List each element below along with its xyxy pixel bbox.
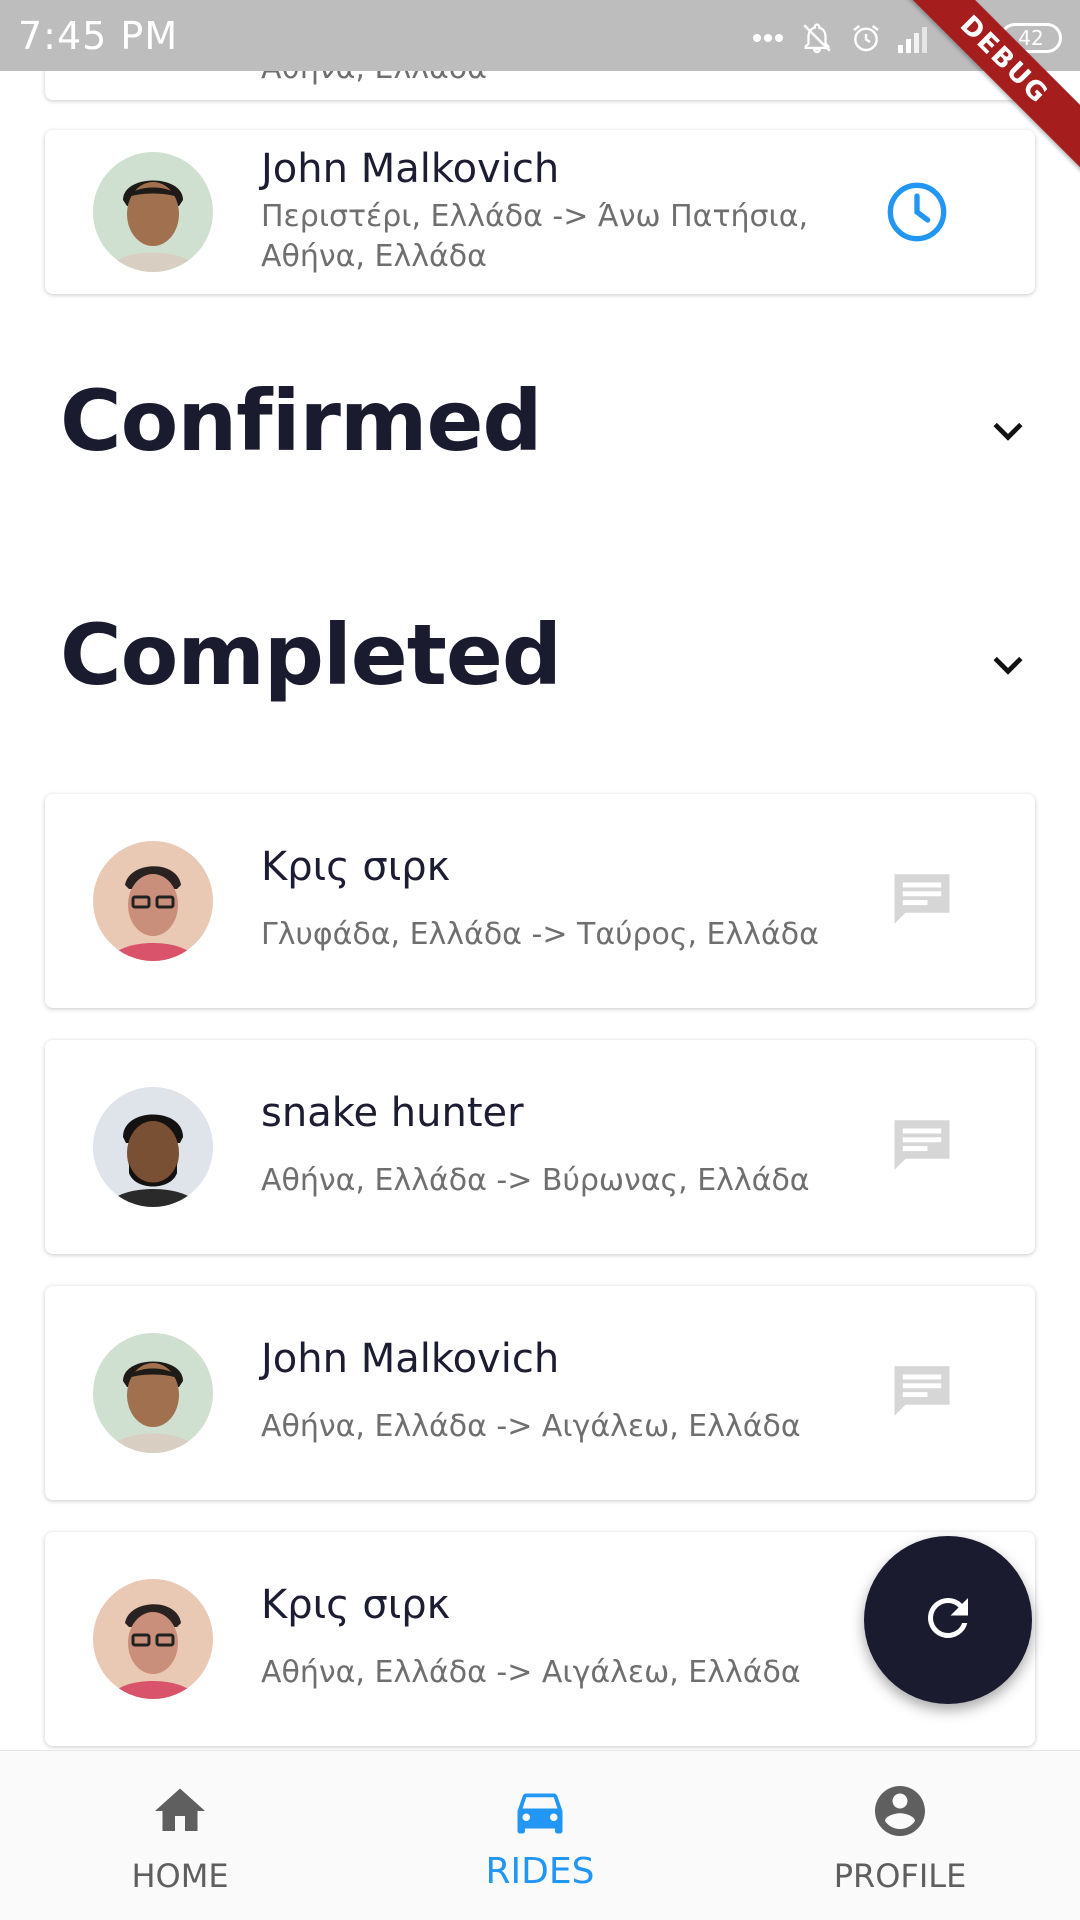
status-time: 7:45 PM	[18, 14, 179, 58]
nav-item-profile[interactable]: PROFILE	[720, 1751, 1080, 1920]
rider-name: snake hunter	[261, 1090, 524, 1136]
ride-route: Γλυφάδα, Ελλάδα -> Ταύρος, Ελλάδα	[261, 917, 819, 952]
ride-route-line1: Περιστέρι, Ελλάδα -> Άνω Πατήσια,	[261, 199, 809, 234]
avatar	[93, 1333, 213, 1453]
rider-name: Κρις σιρκ	[261, 1582, 451, 1628]
nav-label: PROFILE	[833, 1857, 967, 1895]
pending-ride-card[interactable]: John Malkovich Περιστέρι, Ελλάδα -> Άνω …	[45, 130, 1035, 294]
status-bar: 7:45 PM 42	[0, 0, 1080, 71]
ride-route: Αθήνα, Ελλάδα -> Βύρωνας, Ελλάδα	[261, 1163, 810, 1198]
rider-name: Κρις σιρκ	[261, 844, 451, 890]
avatar	[93, 152, 213, 272]
message-icon[interactable]	[889, 1358, 955, 1429]
alarm-icon	[850, 22, 882, 54]
ride-route: Αθήνα, Ελλάδα -> Αιγάλεω, Ελλάδα	[261, 1409, 801, 1444]
chevron-down-icon[interactable]	[986, 408, 1030, 457]
avatar	[93, 1087, 213, 1207]
message-icon[interactable]	[889, 1112, 955, 1183]
section-title-completed: Completed	[60, 606, 562, 704]
account-circle-icon	[870, 1781, 930, 1841]
nav-item-home[interactable]: HOME	[0, 1751, 360, 1920]
ride-route: Αθήνα, Ελλάδα -> Αιγάλεω, Ελλάδα	[261, 1655, 801, 1690]
chevron-down-icon[interactable]	[986, 642, 1030, 691]
completed-ride-card[interactable]: John Malkovich Αθήνα, Ελλάδα -> Αιγάλεω,…	[45, 1286, 1035, 1500]
clock-icon[interactable]	[885, 180, 949, 249]
ride-route-line2: Αθήνα, Ελλάδα	[261, 239, 487, 274]
avatar	[93, 1579, 213, 1699]
rider-name: John Malkovich	[261, 146, 560, 192]
bottom-navigation: HOME RIDES PROFILE	[0, 1750, 1080, 1920]
nav-item-rides[interactable]: RIDES	[360, 1751, 720, 1920]
refresh-icon	[918, 1588, 978, 1653]
app-screen: 7:45 PM 42 DEBUG Αθήνα, Ελλάδα	[0, 0, 1080, 1920]
mute-bell-icon	[800, 21, 834, 55]
car-icon	[510, 1781, 570, 1841]
message-icon[interactable]	[889, 866, 955, 937]
refresh-button[interactable]	[864, 1536, 1032, 1704]
completed-ride-card[interactable]: Κρις σιρκ Γλυφάδα, Ελλάδα -> Ταύρος, Ελλ…	[45, 794, 1035, 1008]
nav-label: RIDES	[485, 1851, 595, 1892]
avatar	[93, 841, 213, 961]
home-icon	[150, 1781, 210, 1841]
signal-icon	[898, 23, 932, 53]
nav-label: HOME	[131, 1857, 229, 1895]
more-dots-icon	[752, 33, 784, 43]
completed-ride-card[interactable]: snake hunter Αθήνα, Ελλάδα -> Βύρωνας, Ε…	[45, 1040, 1035, 1254]
section-title-confirmed: Confirmed	[60, 372, 543, 470]
rider-name: John Malkovich	[261, 1336, 560, 1382]
